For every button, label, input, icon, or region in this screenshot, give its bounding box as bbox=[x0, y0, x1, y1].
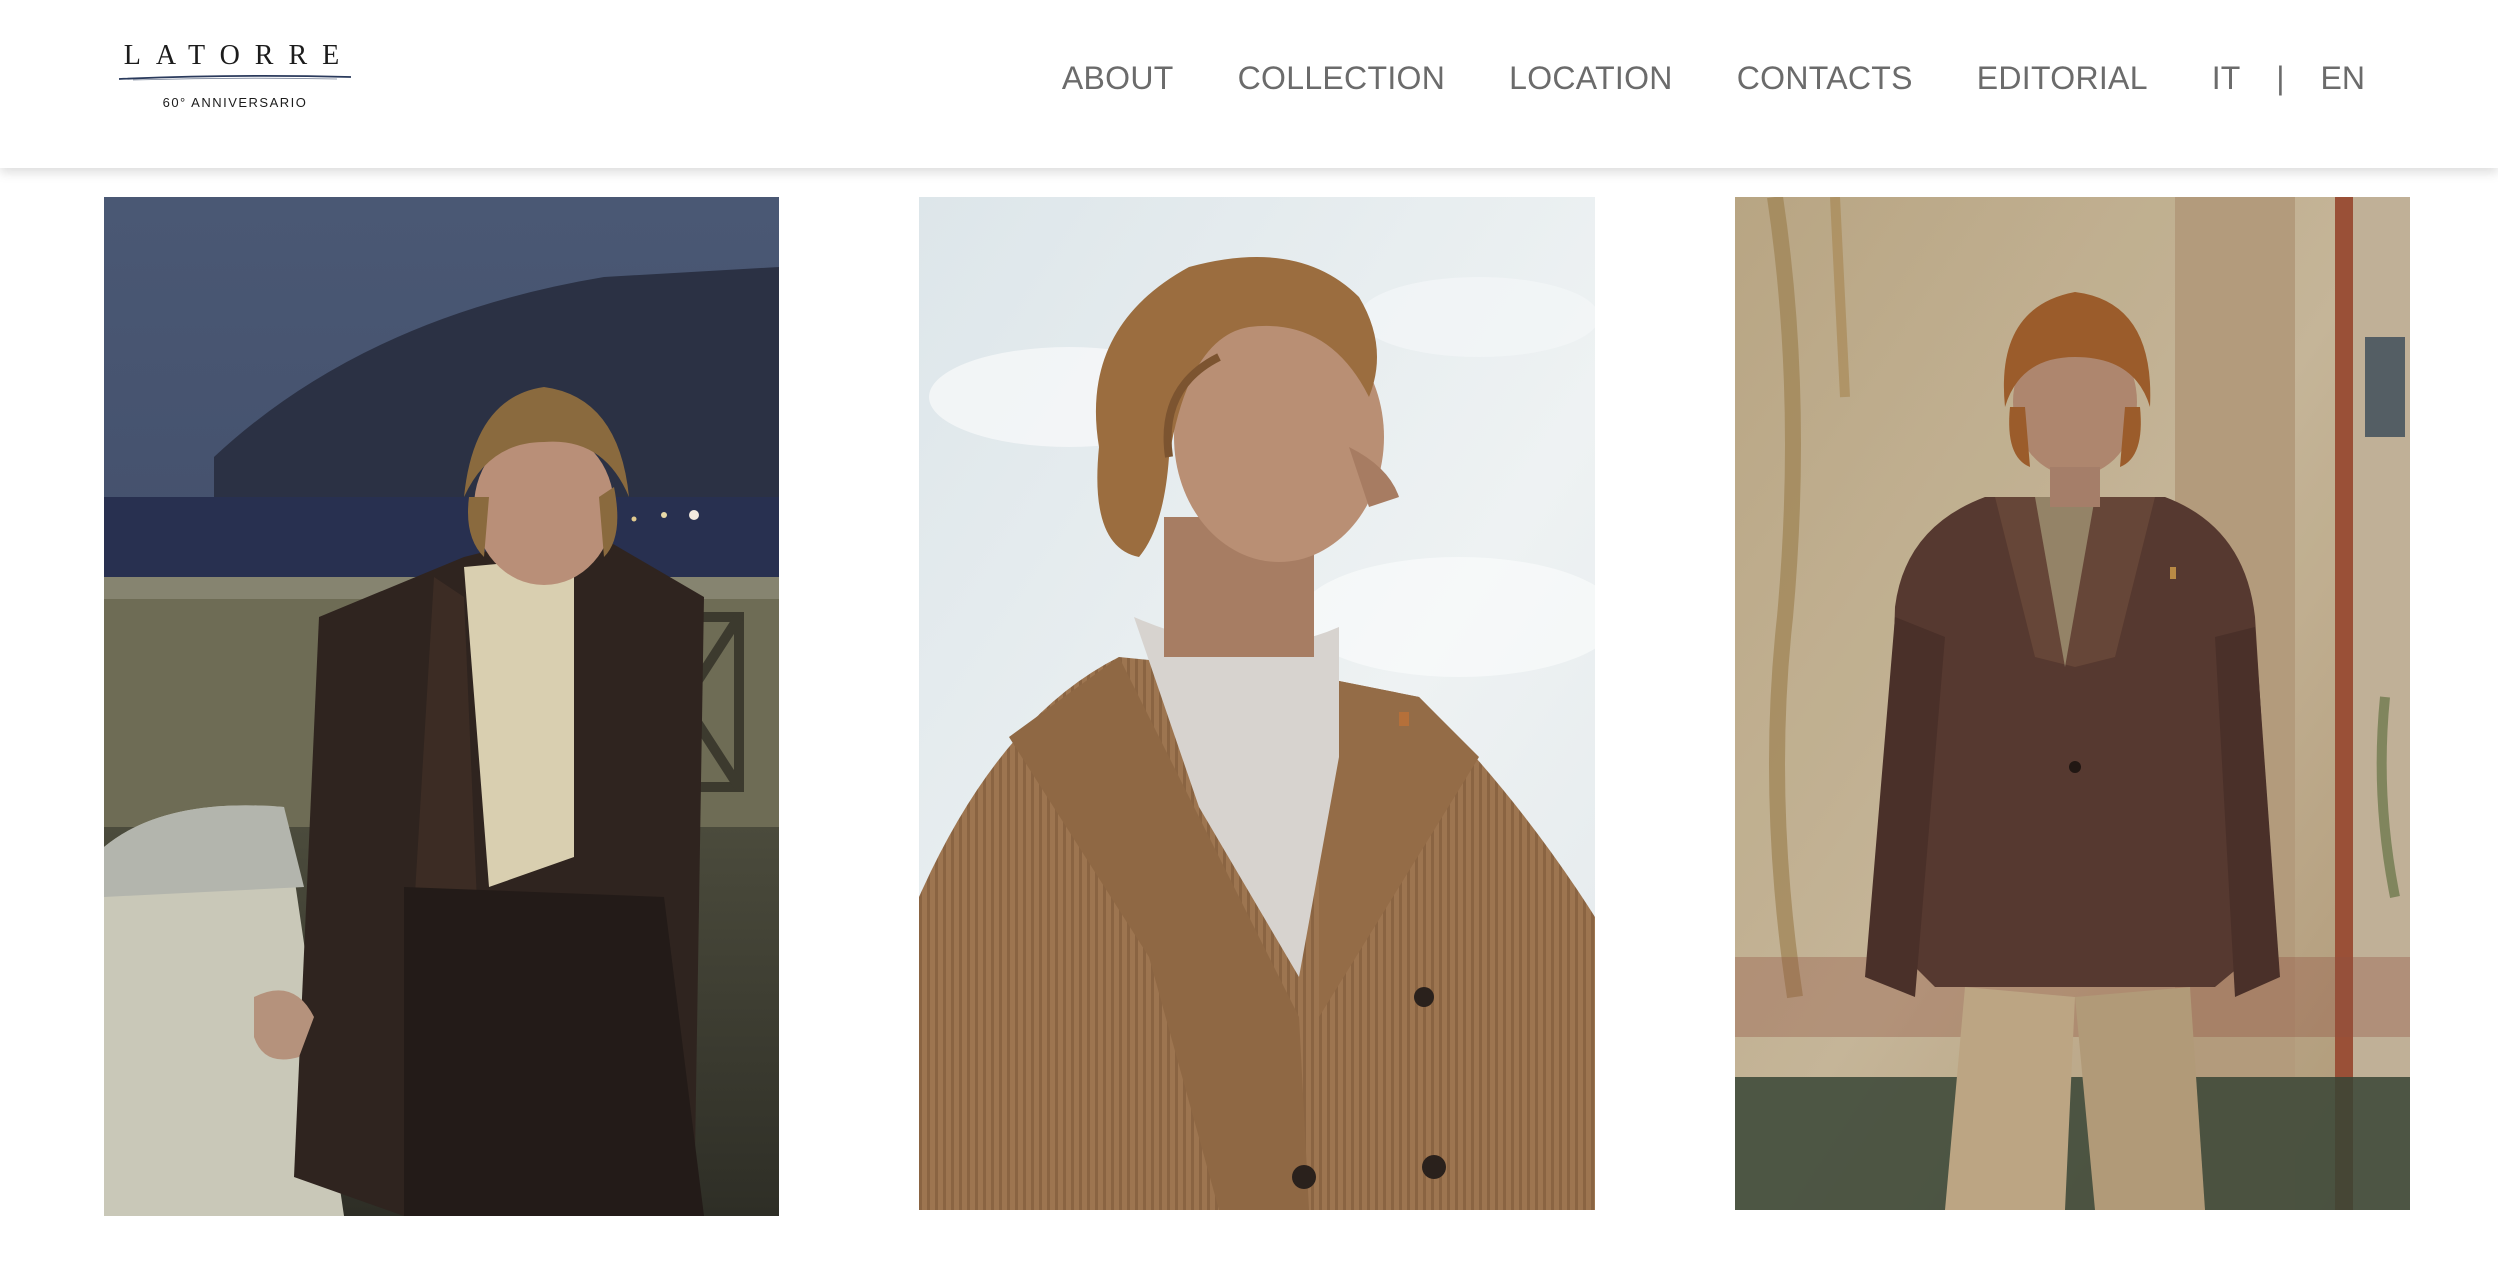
lang-en-link[interactable]: EN bbox=[2321, 60, 2365, 97]
nav-location[interactable]: LOCATION bbox=[1509, 60, 1673, 97]
gallery-photo-3[interactable] bbox=[1735, 197, 2410, 1210]
gallery-photo-1[interactable] bbox=[104, 197, 779, 1216]
photo-gallery bbox=[0, 0, 2498, 1266]
lang-it-link[interactable]: IT bbox=[2212, 60, 2240, 97]
nav-about[interactable]: ABOUT bbox=[1062, 60, 1174, 97]
site-header: LATORRE 60° ANNIVERSARIO ABOUT COLLECTIO… bbox=[0, 0, 2498, 168]
logo-swoosh-icon bbox=[118, 74, 352, 81]
photo-model-profile-corduroy-jacket-icon bbox=[919, 197, 1595, 1210]
brand-tagline: 60° ANNIVERSARIO bbox=[162, 95, 308, 110]
brand-wordmark: LATORRE bbox=[123, 40, 355, 71]
lang-separator: | bbox=[2276, 59, 2285, 96]
nav-editorial[interactable]: EDITORIAL bbox=[1977, 60, 2148, 97]
nav-contacts[interactable]: CONTACTS bbox=[1737, 60, 1913, 97]
brand-logo[interactable]: LATORRE 60° ANNIVERSARIO bbox=[115, 40, 355, 118]
photo-model-standing-fresco-wall-icon bbox=[1735, 197, 2410, 1210]
main-nav: ABOUT COLLECTION LOCATION CONTACTS EDITO… bbox=[1062, 56, 2365, 100]
photo-model-seated-terrace-night-icon bbox=[104, 197, 779, 1216]
gallery-photo-2[interactable] bbox=[919, 197, 1595, 1210]
nav-collection[interactable]: COLLECTION bbox=[1238, 60, 1445, 97]
